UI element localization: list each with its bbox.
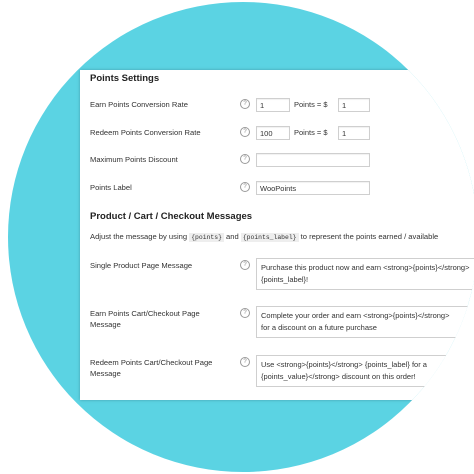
earn-cart-message-textarea[interactable]: Complete your order and earn <strong>{po… xyxy=(256,306,474,338)
earn-cart-message-label: Earn Points Cart/Checkout Page Message xyxy=(90,308,200,330)
settings-panel: Points Settings Earn Points Conversion R… xyxy=(80,70,474,400)
redeem-cart-message-textarea[interactable]: Use <strong>{points}</strong> {points_la… xyxy=(256,355,474,387)
messages-heading: Product / Cart / Checkout Messages xyxy=(90,211,253,222)
earn-points-input[interactable]: 1 xyxy=(256,98,290,112)
points-settings-heading: Points Settings xyxy=(90,73,160,84)
points-label-input[interactable]: WooPoints xyxy=(256,181,370,195)
earn-rate-label: Earn Points Conversion Rate xyxy=(90,100,188,109)
help-icon[interactable]: ? xyxy=(240,127,250,137)
help-icon[interactable]: ? xyxy=(240,308,250,318)
circular-frame: Points Settings Earn Points Conversion R… xyxy=(8,2,474,472)
redeem-cart-message-label: Redeem Points Cart/Checkout Page Message xyxy=(90,357,212,379)
code-points-label: {points_label} xyxy=(240,233,299,242)
redeem-cart-label-line1: Redeem Points Cart/Checkout Page xyxy=(90,358,213,367)
desc-suffix: to represent the points earned / availab… xyxy=(300,232,439,241)
messages-description: Adjust the message by using {points} and… xyxy=(90,232,439,242)
single-product-message-label: Single Product Page Message xyxy=(90,261,193,270)
help-icon[interactable]: ? xyxy=(240,154,250,164)
redeem-points-input[interactable]: 100 xyxy=(256,126,290,140)
help-icon[interactable]: ? xyxy=(240,260,250,270)
earn-cart-label-line1: Earn Points Cart/Checkout Page xyxy=(90,309,200,318)
single-product-message-textarea[interactable]: Purchase this product now and earn <stro… xyxy=(256,258,474,290)
earn-points-separator: Points = $ xyxy=(294,100,328,109)
earn-dollars-input[interactable]: 1 xyxy=(338,98,370,112)
redeem-cart-label-line2: Message xyxy=(90,369,121,378)
code-points: {points} xyxy=(189,233,224,242)
help-icon[interactable]: ? xyxy=(240,182,250,192)
help-icon[interactable]: ? xyxy=(240,99,250,109)
points-label-label: Points Label xyxy=(90,183,132,192)
desc-prefix: Adjust the message by using xyxy=(90,232,188,241)
redeem-rate-label: Redeem Points Conversion Rate xyxy=(90,128,201,137)
max-discount-label: Maximum Points Discount xyxy=(90,155,178,164)
earn-cart-label-line2: Message xyxy=(90,320,121,329)
help-icon[interactable]: ? xyxy=(240,357,250,367)
redeem-dollars-input[interactable]: 1 xyxy=(338,126,370,140)
desc-and: and xyxy=(226,232,239,241)
redeem-points-separator: Points = $ xyxy=(294,128,328,137)
max-discount-input[interactable] xyxy=(256,153,370,167)
